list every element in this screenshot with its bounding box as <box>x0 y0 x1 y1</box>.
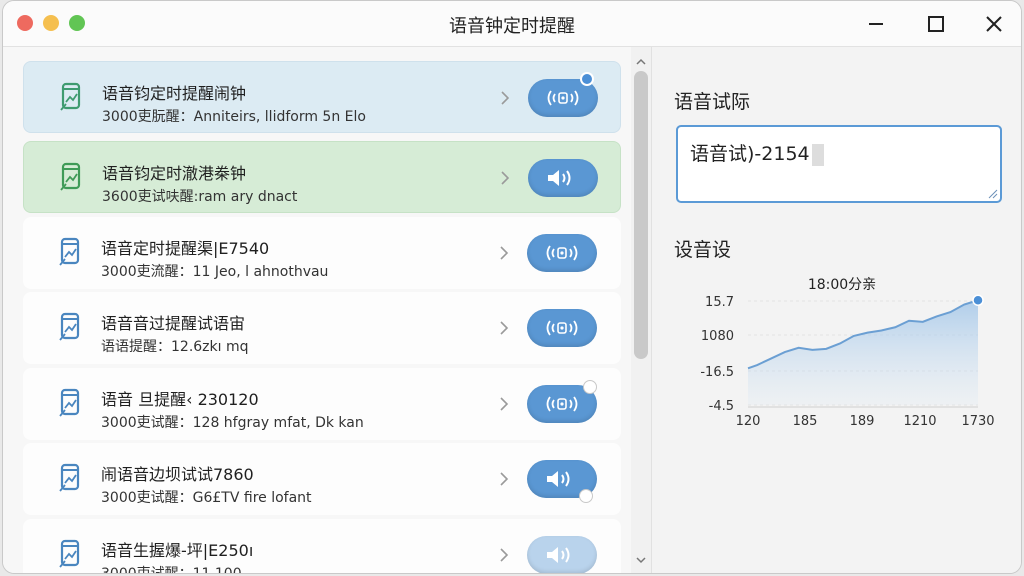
reminder-title: 语音生握爆-坪|E250ı <box>101 541 254 560</box>
text-cursor <box>811 143 824 166</box>
phone-alarm-icon <box>60 82 81 111</box>
volume-icon <box>548 170 571 186</box>
chevron-right-icon[interactable] <box>498 88 512 108</box>
maximize-icon <box>928 16 944 32</box>
detail-pane: 语音试际 语音试)-2154 设音设 15.7 1080 -16.5 -4.5 120 1… <box>652 47 1021 573</box>
reminder-subtitle: 语语提醒：12.6zkı mq <box>101 339 249 355</box>
speaker-wave-icon <box>546 320 578 336</box>
reminder-list-pane: 语音钧定时提醒闹钟 3000吏朊醒：Anniteirs, llidform 5n … <box>3 47 651 574</box>
chart-y-tick: -16.5 <box>700 365 734 380</box>
reminder-item[interactable]: 语音定时提醒渠|E7540 3000吏流醒：11 Jeo, l ahnothvau <box>23 217 621 289</box>
reminder-subtitle: 3000吏试醒：128 hfgray mfat, Dk kan <box>101 415 364 431</box>
volume-icon <box>547 547 570 563</box>
chevron-right-icon[interactable] <box>497 243 511 263</box>
reminder-title: 语音音过提醒试语宙 <box>101 314 246 333</box>
speaker-wave-icon <box>547 90 579 106</box>
toggle-knob[interactable] <box>579 489 593 503</box>
minimize-button[interactable] <box>861 9 891 39</box>
scroll-down-icon[interactable] <box>635 555 647 565</box>
reminder-title: 语音定时提醒渠|E7540 <box>101 239 270 258</box>
phone-alarm-icon <box>60 162 81 191</box>
chart-y-tick: -4.5 <box>709 399 734 414</box>
input-section-title: 语音试际 <box>674 91 751 113</box>
reminder-subtitle: 3000吏流醒：11 Jeo, l ahnothvau <box>101 264 329 280</box>
chart-x-tick: 1210 <box>903 414 936 429</box>
phone-alarm-icon <box>59 237 80 266</box>
reminder-item[interactable]: 语音钧定时澈港桊钟 3600吏试呋醒:ram ary dnact <box>23 141 621 213</box>
reminder-item[interactable]: 语音生握爆-坪|E250ı 3000吏试醒：11 100... <box>23 519 621 574</box>
reminder-subtitle: 3000吏试醒：G6£TV fire lofant <box>101 490 312 506</box>
scrollbar[interactable] <box>631 47 651 573</box>
chart-x-tick: 185 <box>793 414 818 429</box>
chevron-right-icon[interactable] <box>497 394 511 414</box>
close-icon <box>986 16 1002 32</box>
chart-x-tick: 189 <box>850 414 875 429</box>
chart-point <box>972 294 984 306</box>
phone-alarm-icon <box>59 539 80 568</box>
reminder-title: 语音钧定时提醒闹钟 <box>102 84 247 103</box>
voice-toggle[interactable] <box>527 309 597 347</box>
reminder-item[interactable]: 闹语音边坝试试7860 3000吏试醒：G6£TV fire lofant <box>23 443 621 515</box>
resize-grip-icon[interactable] <box>986 187 998 199</box>
scrollbar-thumb[interactable] <box>634 71 648 359</box>
reminder-item[interactable]: 语音音过提醒试语宙 语语提醒：12.6zkı mq <box>23 292 621 364</box>
chart-section-title: 设音设 <box>674 239 732 261</box>
chevron-right-icon[interactable] <box>497 545 511 565</box>
chart-x-tick: 120 <box>736 414 761 429</box>
voice-toggle[interactable] <box>527 536 597 573</box>
maximize-button[interactable] <box>921 9 951 39</box>
toggle-knob[interactable] <box>580 72 594 86</box>
volume-icon <box>547 471 570 487</box>
phone-alarm-icon <box>59 312 80 341</box>
toggle-knob[interactable] <box>583 380 597 394</box>
input-value: 语音试)-2154 <box>690 143 810 165</box>
voice-toggle[interactable] <box>528 159 598 197</box>
speaker-wave-icon <box>546 245 578 261</box>
chevron-right-icon[interactable] <box>498 168 512 188</box>
voice-toggle[interactable] <box>527 234 597 272</box>
chevron-right-icon[interactable] <box>497 318 511 338</box>
reminder-item[interactable]: 语音 旦提醒‹ 230120 3000吏试醒：128 hfgray mfat, D… <box>23 368 621 440</box>
reminder-subtitle: 3000吏朊醒：Anniteirs, llidform 5n Elo <box>102 109 366 125</box>
reminder-subtitle: 3000吏试醒：11 100... <box>101 566 255 574</box>
chart-x-tick: 1730 <box>961 414 994 429</box>
chart-y-tick: 15.7 <box>705 295 734 310</box>
voice-chart: 15.7 1080 -16.5 -4.5120 185 189 1210 1730 18:00分… <box>700 277 994 429</box>
chart-title: 18:00分亲 <box>808 277 876 293</box>
reminder-title: 语音钧定时澈港桊钟 <box>102 164 247 183</box>
reminder-title: 语音 旦提醒‹ 230120 <box>101 390 259 409</box>
voice-text-input[interactable]: 语音试)-2154 <box>676 125 1002 203</box>
phone-alarm-icon <box>59 388 80 417</box>
reminder-title: 闹语音边坝试试7860 <box>101 465 254 484</box>
scroll-up-icon[interactable] <box>635 57 647 67</box>
app-window: 语音钟定时提醒 语音钧定时提醒闹钟 3000吏朊醒：Anniteirs, llid… <box>2 0 1022 574</box>
speaker-wave-icon <box>546 396 578 412</box>
phone-alarm-icon <box>59 463 80 492</box>
title-bar: 语音钟定时提醒 <box>3 1 1021 47</box>
minimize-icon <box>869 23 883 25</box>
reminder-item[interactable]: 语音钧定时提醒闹钟 3000吏朊醒：Anniteirs, llidform 5n … <box>23 61 621 133</box>
chevron-right-icon[interactable] <box>497 469 511 489</box>
chart-y-tick: 1080 <box>701 329 734 344</box>
reminder-subtitle: 3600吏试呋醒:ram ary dnact <box>102 189 298 205</box>
close-button[interactable] <box>979 9 1009 39</box>
